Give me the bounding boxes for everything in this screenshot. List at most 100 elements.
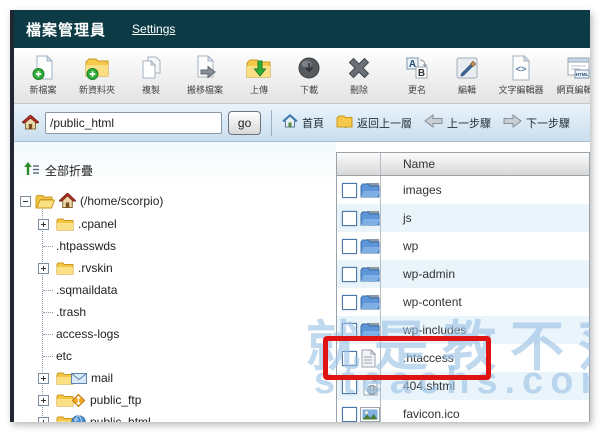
forward-arrow-icon bbox=[503, 114, 522, 131]
tree-connector bbox=[43, 290, 53, 291]
nav-forward[interactable]: 下一步驟 bbox=[503, 114, 570, 131]
tree-item-trash[interactable]: .trash bbox=[38, 301, 336, 323]
code-editor-button[interactable]: <> 文字編輯器 bbox=[492, 51, 550, 101]
file-row-wp-content[interactable]: wp-content bbox=[337, 288, 589, 316]
new-folder-button[interactable]: 新資料夾 bbox=[68, 51, 126, 101]
collapse-all-button[interactable]: 全部折疊 bbox=[24, 162, 336, 179]
back-arrow-icon bbox=[424, 114, 443, 131]
edit-button[interactable]: 編輯 bbox=[442, 51, 492, 101]
tree-item-label: .sqmaildata bbox=[56, 283, 117, 297]
toolbar-label: 文字編輯器 bbox=[498, 83, 543, 96]
tree-item-cpanel[interactable]: .cpanel bbox=[38, 213, 336, 235]
file-row-wp[interactable]: wp bbox=[337, 232, 589, 260]
rename-button[interactable]: AB 更名 bbox=[392, 51, 442, 101]
name-column-header[interactable]: Name bbox=[381, 157, 589, 171]
row-checkbox[interactable] bbox=[342, 295, 357, 310]
header-bar: 檔案管理員 Settings bbox=[14, 10, 590, 48]
file-row-images[interactable]: images bbox=[337, 176, 589, 204]
tree-item-public-html[interactable]: public_html bbox=[38, 411, 336, 422]
file-name[interactable]: wp-content bbox=[381, 295, 589, 309]
row-checkbox[interactable] bbox=[342, 351, 357, 366]
tree-item-mail[interactable]: mail bbox=[38, 367, 336, 389]
toolbar-label: 新資料夾 bbox=[79, 83, 115, 96]
file-name[interactable]: wp bbox=[381, 239, 589, 253]
row-checkbox[interactable] bbox=[342, 407, 357, 422]
nav-home[interactable]: 首頁 bbox=[282, 114, 324, 132]
html-editor-button[interactable]: HTML 網頁編輯器 bbox=[550, 51, 590, 101]
row-checkbox[interactable] bbox=[342, 211, 357, 226]
home-icon bbox=[22, 115, 39, 131]
file-name[interactable]: wp-includes bbox=[381, 323, 589, 337]
svg-text:<>: <> bbox=[516, 64, 527, 74]
row-checkbox[interactable] bbox=[342, 239, 357, 254]
file-name[interactable]: 404.shtml bbox=[381, 379, 589, 393]
file-row-404-shtml[interactable]: 404.shtml bbox=[337, 372, 589, 400]
path-input[interactable] bbox=[45, 112, 222, 134]
copy-button[interactable]: 複製 bbox=[126, 51, 176, 101]
tree-item-access-logs[interactable]: access-logs bbox=[38, 323, 336, 345]
tree-item-label: access-logs bbox=[56, 327, 119, 341]
tree-item-htpasswds[interactable]: .htpasswds bbox=[38, 235, 336, 257]
expand-plus-icon[interactable] bbox=[38, 417, 49, 422]
row-checkbox[interactable] bbox=[342, 379, 357, 394]
upload-button[interactable]: 上傳 bbox=[234, 51, 284, 101]
expand-plus-icon[interactable] bbox=[38, 373, 49, 384]
nav-back[interactable]: 上一步驟 bbox=[424, 114, 491, 131]
tree-item-label: public_html bbox=[90, 415, 151, 422]
tree-item-label: .cpanel bbox=[78, 217, 117, 231]
nav-up-level-label: 返回上一層 bbox=[357, 115, 412, 131]
new-file-icon bbox=[30, 55, 56, 81]
file-row-wp-admin[interactable]: wp-admin bbox=[337, 260, 589, 288]
toolbar: 新檔案 新資料夾 複製 搬移檔案 上傳 bbox=[14, 48, 590, 104]
upload-icon bbox=[246, 55, 272, 81]
download-button[interactable]: 下載 bbox=[284, 51, 334, 101]
file-name[interactable]: wp-admin bbox=[381, 267, 589, 281]
tree-root-home[interactable]: (/home/scorpio) bbox=[20, 189, 336, 213]
file-name[interactable]: .htaccess bbox=[381, 351, 589, 365]
rename-icon: AB bbox=[404, 55, 430, 81]
row-checkbox[interactable] bbox=[342, 183, 357, 198]
file-row-htaccess[interactable]: .htaccess bbox=[337, 344, 589, 372]
expand-plus-icon[interactable] bbox=[38, 395, 49, 406]
expand-plus-icon[interactable] bbox=[38, 219, 49, 230]
tree-item-sqmaildata[interactable]: .sqmaildata bbox=[38, 279, 336, 301]
file-name[interactable]: favicon.ico bbox=[381, 407, 589, 421]
nav-forward-label: 下一步驟 bbox=[526, 115, 570, 131]
download-icon bbox=[296, 55, 322, 81]
toolbar-label: 上傳 bbox=[250, 83, 268, 96]
mail-icon bbox=[71, 373, 87, 384]
file-name[interactable]: js bbox=[381, 211, 589, 225]
folder-icon bbox=[360, 182, 381, 198]
row-checkbox[interactable] bbox=[342, 267, 357, 282]
open-folder-icon bbox=[35, 194, 55, 209]
file-row-js[interactable]: js bbox=[337, 204, 589, 232]
html-file-icon bbox=[360, 377, 378, 396]
tree-item-label: .rvskin bbox=[78, 261, 113, 275]
svg-text:HTML: HTML bbox=[576, 72, 589, 77]
tree-item-etc[interactable]: etc bbox=[38, 345, 336, 367]
new-file-button[interactable]: 新檔案 bbox=[18, 51, 68, 101]
collapse-minus-icon[interactable] bbox=[20, 196, 31, 207]
file-table: Name images js wp bbox=[336, 152, 590, 422]
expand-plus-icon[interactable] bbox=[38, 263, 49, 274]
tree-connector bbox=[43, 356, 53, 357]
file-row-wp-includes[interactable]: wp-includes bbox=[337, 316, 589, 344]
collapse-all-label: 全部折疊 bbox=[45, 162, 93, 179]
settings-link[interactable]: Settings bbox=[132, 22, 175, 36]
image-file-icon bbox=[360, 407, 380, 422]
delete-button[interactable]: 刪除 bbox=[334, 51, 384, 101]
tree-item-rvskin[interactable]: .rvskin bbox=[38, 257, 336, 279]
edit-icon bbox=[454, 55, 480, 81]
file-row-favicon[interactable]: favicon.ico bbox=[337, 400, 589, 422]
up-level-icon bbox=[336, 114, 353, 131]
row-checkbox[interactable] bbox=[342, 323, 357, 338]
go-button[interactable]: go bbox=[228, 111, 261, 135]
file-name[interactable]: images bbox=[381, 183, 589, 197]
tree-item-public-ftp[interactable]: public_ftp bbox=[38, 389, 336, 411]
svg-text:B: B bbox=[418, 68, 425, 79]
folder-icon bbox=[360, 238, 381, 254]
tree-root-label: (/home/scorpio) bbox=[80, 194, 163, 208]
nav-up-level[interactable]: 返回上一層 bbox=[336, 114, 412, 131]
code-editor-icon: <> bbox=[508, 55, 534, 81]
move-file-button[interactable]: 搬移檔案 bbox=[176, 51, 234, 101]
